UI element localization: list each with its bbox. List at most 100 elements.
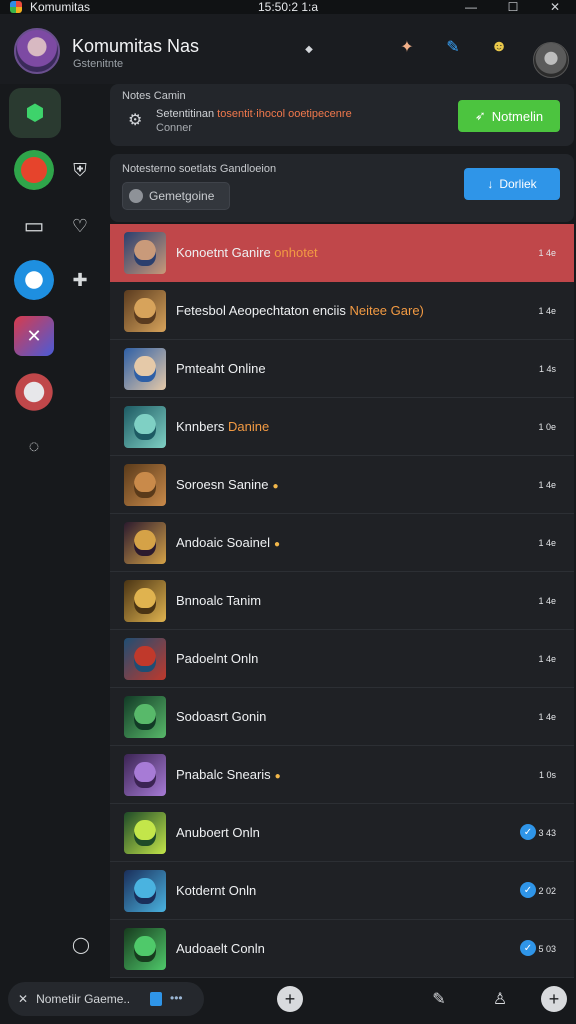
games-panel: Notesterno soetlats Gandloeion Gemetgoin… — [110, 154, 574, 222]
game-count: 1 4e — [538, 538, 556, 548]
game-row[interactable]: Audoaelt Conln ✓ 5 03 — [110, 920, 574, 978]
game-art — [134, 472, 156, 498]
plus-icon: + — [548, 988, 560, 1009]
game-name: Kotdernt Onln — [176, 883, 256, 898]
rail-server-1[interactable] — [14, 150, 54, 190]
rail-server-3[interactable]: ✕ — [14, 316, 54, 356]
game-count: 1 0e — [538, 422, 556, 432]
game-name-text: Kotdernt Onln — [176, 883, 257, 898]
game-thumbnail — [124, 522, 166, 564]
maximize-button[interactable]: ☐ — [504, 0, 522, 14]
status-dot-icon: ● — [274, 771, 281, 782]
download-button-label: Dorliek — [499, 177, 537, 191]
user-avatar[interactable] — [533, 42, 569, 78]
game-count: 5 03 — [538, 944, 556, 954]
game-art — [134, 530, 156, 556]
status-chip[interactable]: ✕ Nometiir Gaeme.. ••• — [8, 982, 204, 1016]
game-name-text: Knnbers — [176, 419, 229, 434]
game-thumbnail — [124, 870, 166, 912]
character-icon[interactable]: ✦ — [394, 34, 420, 60]
rail-settings-button[interactable]: ◯ — [62, 926, 100, 964]
game-name-highlight: onhotet — [274, 245, 318, 260]
add-server-button[interactable]: + — [541, 986, 567, 1012]
game-thumbnail — [124, 290, 166, 332]
minimize-button[interactable]: — — [462, 0, 480, 14]
game-thumbnail — [124, 812, 166, 854]
game-row[interactable]: Knnbers Danine 1 0e — [110, 398, 574, 456]
server-header: Komumitas Nas Gstenitnte ◆ ✦ ✎ ☻ — [0, 14, 576, 84]
rail-home-button[interactable]: ⬢ — [9, 88, 61, 138]
game-count: 1 4e — [538, 306, 556, 316]
server-subtitle: Gstenitnte — [73, 58, 124, 70]
game-count: 1 4e — [538, 596, 556, 606]
verified-check-icon: ✓ — [520, 882, 536, 898]
game-row[interactable]: Andoaic Soainel ● 1 4e — [110, 514, 574, 572]
game-row[interactable]: Sodoasrt Gonin 1 4e — [110, 688, 574, 746]
person-icon: ♙ — [492, 991, 508, 1008]
search-field[interactable]: Gemetgoine — [122, 182, 230, 210]
expand-icon[interactable]: ◆ — [296, 36, 322, 62]
game-art — [134, 298, 156, 324]
game-row[interactable]: Padoelnt Onln 1 4e — [110, 630, 574, 688]
folder-icon: ▭ — [23, 213, 45, 238]
game-art — [134, 646, 156, 672]
game-name: Knnbers Danine — [176, 419, 269, 434]
game-name-text: Konoetnt Ganire — [176, 245, 275, 260]
profile-button[interactable]: ♙ — [488, 987, 512, 1011]
rail-shield-button[interactable]: ⛨ — [60, 150, 100, 190]
game-row[interactable]: Kotdernt Onln ✓ 2 02 — [110, 862, 574, 920]
game-row[interactable]: Anuboert Onln ✓ 3 43 — [110, 804, 574, 862]
status-chip-label: Nometiir Gaeme.. — [36, 992, 131, 1006]
game-name: Pnabalc Snearis ● — [176, 767, 281, 782]
game-name-text: Pmteaht Online — [176, 361, 266, 376]
game-name: Andoaic Soainel ● — [176, 535, 280, 550]
mascot-icon[interactable]: ☻ — [486, 34, 512, 60]
notice-text-accent: tosentit·ihocol ooetipecenre — [217, 108, 352, 120]
notify-button[interactable]: ➶ Notmelin — [458, 100, 560, 132]
rail-server-4[interactable] — [14, 372, 54, 412]
game-name-text: Audoaelt Conln — [176, 941, 265, 956]
add-button[interactable]: + — [277, 986, 303, 1012]
game-row[interactable]: Fetesbol Aeopechtaton enciis Neitee Gare… — [110, 282, 574, 340]
close-window-button[interactable]: ✕ — [546, 0, 564, 14]
pin-button[interactable]: ✎ — [427, 987, 451, 1011]
download-button[interactable]: ↓ Dorliek — [464, 168, 560, 200]
game-thumbnail — [124, 638, 166, 680]
rail-heart-button[interactable]: ♡ — [60, 206, 100, 246]
game-row[interactable]: Konoetnt Ganire onhotet 1 4e — [110, 224, 574, 282]
notice-text-prefix: Setentitinan — [156, 108, 218, 120]
more-dots[interactable]: ••• — [170, 991, 183, 1005]
rail-folder-button[interactable]: ▭ — [14, 206, 54, 246]
crossed-swords-icon: ✕ — [26, 325, 42, 346]
game-row[interactable]: Pmteaht Online 1 4s — [110, 340, 574, 398]
rail-chat-button[interactable]: ◌ — [14, 426, 54, 466]
game-name-text: Bnnoalc Tanim — [176, 593, 262, 608]
game-row[interactable]: Pnabalc Snearis ● 1 0s — [110, 746, 574, 804]
game-art — [134, 762, 156, 788]
wand-icon[interactable]: ✎ — [440, 34, 466, 60]
shield-icon: ⛨ — [73, 159, 87, 180]
game-name: Pmteaht Online — [176, 361, 266, 376]
game-row[interactable]: Soroesn Sanine ● 1 4e — [110, 456, 574, 514]
game-name-text: Pnabalc Snearis — [176, 767, 271, 782]
game-name-text: Fetesbol Aeopechtaton enciis — [176, 303, 350, 318]
home-icon: ⬢ — [25, 100, 45, 125]
games-heading: Notesterno soetlats Gandloeion — [122, 163, 277, 175]
game-thumbnail — [124, 406, 166, 448]
rail-gamepad-button[interactable]: ✚ — [60, 260, 100, 300]
game-row[interactable]: Bnnoalc Tanim 1 4e — [110, 572, 574, 630]
server-avatar[interactable] — [14, 28, 60, 74]
game-thumbnail — [124, 232, 166, 274]
game-name: Fetesbol Aeopechtaton enciis Neitee Gare… — [176, 303, 424, 318]
game-name-text: Andoaic Soainel — [176, 535, 270, 550]
game-thumbnail — [124, 754, 166, 796]
server-name: Komumitas Nas — [72, 36, 200, 56]
rail-server-2[interactable] — [14, 260, 54, 300]
pin-icon: ✎ — [432, 991, 446, 1008]
game-count: 2 02 — [538, 886, 556, 896]
game-count: 1 4e — [538, 712, 556, 722]
game-name: Bnnoalc Tanim — [176, 593, 261, 608]
game-thumbnail — [124, 696, 166, 738]
search-value: Gemetgoine — [149, 189, 215, 203]
game-count: 1 4e — [538, 248, 556, 258]
